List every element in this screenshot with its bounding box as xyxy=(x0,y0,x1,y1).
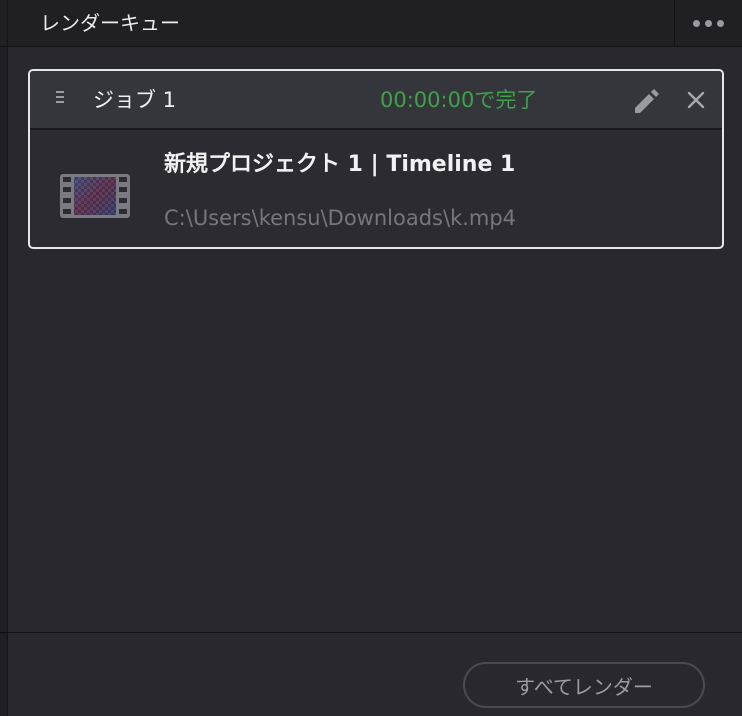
close-icon xyxy=(687,91,705,109)
render-job-card[interactable]: ジョブ 1 00:00:00で完了 新規プロジェクト 1 | Timeline … xyxy=(28,69,724,249)
job-status: 00:00:00で完了 xyxy=(380,88,538,112)
header-divider xyxy=(674,0,675,46)
more-horizontal-icon xyxy=(716,19,724,27)
job-title: ジョブ 1 xyxy=(93,88,177,112)
more-horizontal-icon xyxy=(692,19,700,27)
left-strip-divider xyxy=(0,46,7,47)
job-project-timeline: 新規プロジェクト 1 | Timeline 1 xyxy=(164,152,516,177)
more-options-button[interactable] xyxy=(680,8,736,38)
job-output-path: C:\Users\kensu\Downloads\k.mp4 xyxy=(164,206,517,230)
drag-handle-icon[interactable] xyxy=(56,91,66,107)
job-card-body: 新規プロジェクト 1 | Timeline 1 C:\Users\kensu\D… xyxy=(30,130,722,247)
more-horizontal-icon xyxy=(704,19,712,27)
panel-header: レンダーキュー xyxy=(8,0,742,47)
edit-job-button[interactable] xyxy=(628,84,662,116)
render-queue-panel: レンダーキュー ジョブ 1 00:00:00で完了 新規プロジェクト 1 | T… xyxy=(8,0,742,716)
left-edge-strip xyxy=(0,0,8,716)
job-card-header: ジョブ 1 00:00:00で完了 xyxy=(30,71,722,130)
remove-job-button[interactable] xyxy=(682,86,710,114)
render-all-button[interactable]: すべてレンダー xyxy=(463,662,705,708)
panel-title: レンダーキュー xyxy=(40,11,180,35)
film-clip-icon xyxy=(60,174,130,218)
footer-divider xyxy=(8,632,742,633)
left-strip-divider xyxy=(0,632,7,633)
pencil-icon xyxy=(635,89,659,113)
